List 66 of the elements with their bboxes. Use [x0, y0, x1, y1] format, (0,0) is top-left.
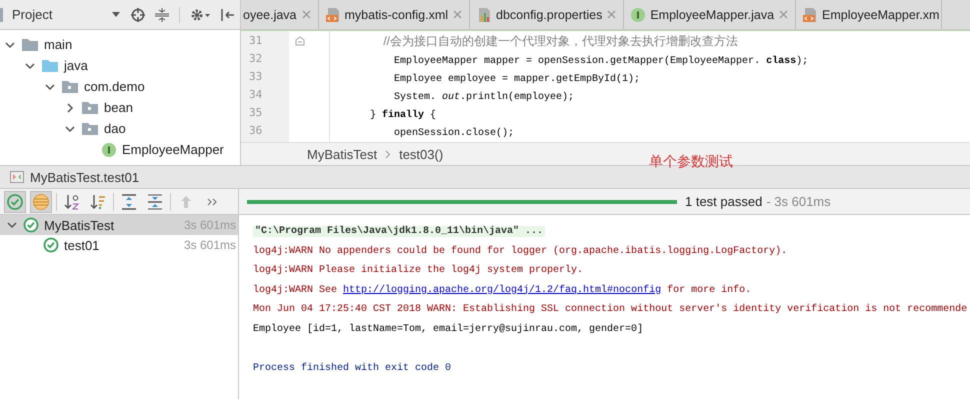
run-config-icon — [10, 171, 24, 183]
package-icon — [82, 102, 98, 114]
properties-file-icon — [477, 8, 492, 22]
sort-alphabetically-icon — [63, 192, 81, 210]
tree-item[interactable]: bean — [104, 100, 133, 115]
editor-tab[interactable]: EmployeeMapper.xm — [796, 0, 942, 29]
chevron-icon — [385, 150, 392, 158]
console-command: "C:\Program Files\Java\jdk1.8.0_11\bin\java" ... — [253, 226, 546, 237]
show-passed-icon — [6, 192, 24, 210]
package-icon — [62, 80, 78, 92]
package-icon — [82, 122, 98, 134]
editor-tab[interactable]: EmployeeMapper.java — [624, 0, 796, 29]
test-row[interactable]: test01 3s 601ms — [0, 235, 238, 255]
tree-item[interactable]: dao — [104, 121, 126, 136]
interface-icon — [102, 142, 116, 156]
xml-file-icon — [803, 8, 818, 22]
code-line: Employee employee = mapper.getEmpById(1); — [393, 74, 640, 85]
breadcrumb-item[interactable]: test03() — [399, 146, 444, 162]
run-tab[interactable]: MyBatisTest.test01 — [30, 170, 140, 184]
dropdown-icon[interactable] — [111, 10, 121, 18]
editor-tab[interactable]: oyee.java — [241, 0, 319, 29]
panel-title[interactable]: Project — [12, 7, 101, 22]
target-icon[interactable] — [131, 8, 145, 22]
tree-item[interactable]: main — [44, 37, 72, 52]
show-ignored-icon — [32, 192, 50, 210]
console-line: log4j:WARN No appenders could be found for logger (org.apache.ibatis.logging.LogFactory). — [253, 246, 788, 256]
passed-icon — [43, 237, 59, 253]
expand-all-icon — [120, 192, 138, 210]
code-comment: //会为接口自动的创建一个代理对象，代理对象去执行增删改查方法 — [382, 34, 738, 48]
console-line: log4j:WARN See http://logging.apache.org/log4j/1.2/faq.html#noconfig for more info. — [253, 284, 752, 296]
line-number: 34 — [249, 87, 264, 103]
line-number: 31 — [249, 33, 264, 49]
line-number: 32 — [249, 51, 264, 67]
console-line: Process finished with exit code 0 — [253, 362, 452, 374]
tree-item[interactable]: com.demo — [84, 79, 145, 94]
tree-item[interactable]: EmployeeMapper — [122, 142, 224, 157]
settings-icon[interactable] — [190, 8, 210, 22]
xml-file-icon — [326, 8, 340, 22]
console-link[interactable]: http://logging.apache.org/log4j/1.2/faq.html#noconfig — [343, 284, 662, 296]
show-passed-button[interactable] — [4, 190, 26, 212]
code-line: openSession.close(); — [393, 128, 514, 139]
editor-tab[interactable]: dbconfig.properties — [470, 0, 624, 29]
code-line: } finally { — [370, 110, 436, 121]
line-number: 35 — [249, 105, 264, 121]
hide-panel-icon[interactable] — [220, 8, 234, 22]
console-line: Mon Jun 04 17:25:40 CST 2018 WARN: Establishing SSL connection without server's identity verification is not recommende — [253, 304, 968, 315]
collapse-all-icon — [146, 192, 164, 210]
fold-marker-icon[interactable] — [295, 36, 305, 46]
console-line: Employee [id=1, lastName=Tom, email=jerry@sujinrau.com, gender=0] — [253, 324, 644, 334]
code-line: System. out.println(employee); — [393, 92, 574, 103]
console-line: log4j:WARN Please initialize the log4j system properly. — [253, 265, 584, 276]
collapse-all-icon[interactable] — [155, 8, 169, 22]
duration-text: - 3s 601ms — [766, 194, 831, 209]
editor-tab[interactable]: mybatis-config.xml — [318, 0, 470, 29]
tree-item[interactable]: java — [64, 58, 88, 73]
line-number: 36 — [249, 123, 264, 139]
code-line: EmployeeMapper mapper = openSession.getMapper(EmployeeMapper. class); — [393, 56, 808, 67]
passed-icon — [23, 217, 39, 233]
status-text: 1 test passed — [685, 194, 762, 209]
test-row[interactable]: MyBatisTest 3s 601ms — [0, 215, 238, 235]
show-ignored-button[interactable] — [30, 190, 52, 212]
interface-icon — [631, 8, 646, 22]
breadcrumb-item[interactable]: MyBatisTest — [307, 146, 378, 162]
line-number: 33 — [249, 69, 264, 85]
annotation-text: 单个参数测试 — [649, 153, 733, 171]
sort-by-duration-icon — [89, 192, 107, 210]
